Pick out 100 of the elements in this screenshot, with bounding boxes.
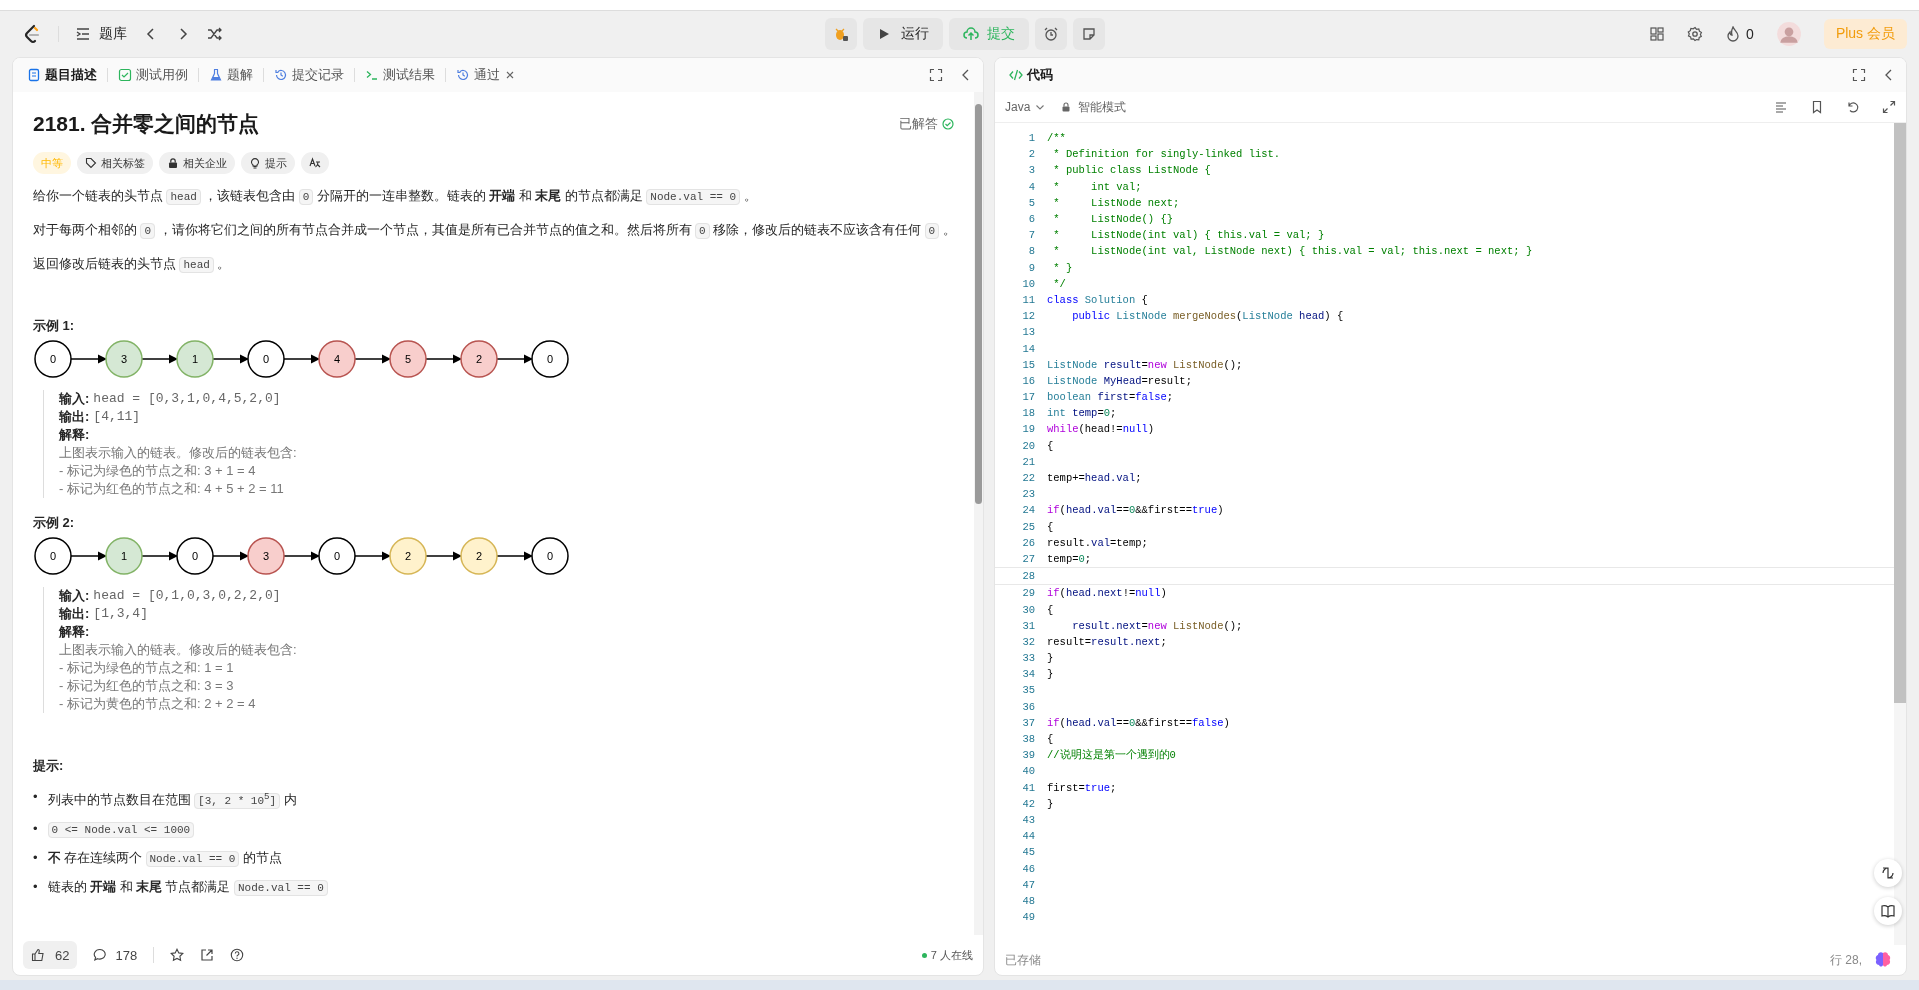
line-number: 10 (1021, 277, 1035, 290)
scrollbar-thumb[interactable] (975, 104, 982, 504)
fullscreen-icon[interactable] (929, 68, 943, 82)
line-number: 28 (1021, 570, 1035, 583)
node-value: 0 (49, 353, 57, 365)
line-number: 8 (1027, 245, 1035, 258)
line-number: 18 (1021, 407, 1035, 420)
share-icon[interactable] (200, 948, 215, 962)
bullet: • (33, 819, 38, 838)
code-line: * ListNode() {} (1052, 213, 1174, 226)
thumbs-up-icon (31, 948, 45, 962)
panel-tab[interactable]: 题解 (205, 62, 257, 88)
code-line: * ListNode next; (1052, 196, 1180, 209)
logo-icon[interactable] (22, 24, 42, 44)
code-tab[interactable]: 代码 (1005, 62, 1057, 88)
scrollbar-thumb[interactable] (1894, 123, 1906, 703)
topic-tag-button[interactable]: 提示 (241, 152, 295, 174)
panel-tab[interactable]: 题目描述 (23, 62, 101, 88)
panel-tab[interactable]: 测试结果 (361, 62, 439, 88)
expand-icon[interactable] (1882, 100, 1896, 114)
topic-tag-button[interactable]: 相关企业 (159, 152, 235, 174)
solved-status: 已解答 (899, 115, 938, 133)
shuffle-icon[interactable] (207, 26, 223, 42)
line-number: 37 (1021, 716, 1035, 729)
line-number: 45 (1021, 846, 1035, 859)
line-number: 1 (1027, 132, 1035, 145)
line-number: 32 (1021, 635, 1035, 648)
node-value: 0 (262, 353, 270, 365)
line-number: 38 (1021, 733, 1035, 746)
field-value: head = [0,3,1,0,4,5,2,0] (93, 390, 281, 408)
code-line: { (1047, 733, 1054, 746)
code-line: { (1047, 439, 1054, 452)
code-line: result.val=temp; (1047, 536, 1148, 549)
book-button[interactable] (1874, 897, 1902, 925)
help-icon[interactable] (230, 948, 245, 962)
panel-tab[interactable]: 测试用例 (114, 62, 192, 88)
line-number: 36 (1021, 700, 1035, 713)
reset-icon[interactable] (1846, 100, 1860, 114)
debug-button[interactable] (824, 18, 857, 50)
explanation-line: - 标记为绿色的节点之和: 3 + 1 = 4 (59, 462, 257, 480)
code-line: /** (1047, 132, 1066, 145)
arrow (425, 354, 462, 364)
line-number: 22 (1021, 472, 1035, 485)
line-number: 20 (1021, 439, 1035, 452)
topic-tag-button[interactable]: 相关标签 (77, 152, 153, 174)
swap-button[interactable] (1874, 859, 1902, 887)
comments-button[interactable]: 178 (93, 947, 138, 963)
panel-tab[interactable]: 提交记录 (270, 62, 348, 88)
bookmark-icon[interactable] (1810, 100, 1824, 114)
arrow (212, 354, 249, 364)
field-label: 输入: (59, 587, 90, 605)
translate-icon (309, 157, 321, 169)
code-line: } (1047, 797, 1054, 810)
streak-count: 0 (1746, 26, 1754, 42)
settings-icon[interactable] (1687, 26, 1704, 42)
line-number: 16 (1021, 374, 1035, 387)
line-number: 31 (1021, 619, 1035, 632)
arrow (141, 354, 178, 364)
line-number: 30 (1021, 603, 1035, 616)
code-line: ListNode result=new ListNode(); (1047, 358, 1243, 371)
fullscreen-icon[interactable] (1852, 68, 1866, 82)
code-line: //说明这是第一个遇到的0 (1047, 748, 1176, 763)
note-button[interactable] (1072, 18, 1105, 50)
history-icon (456, 68, 470, 82)
star-icon[interactable] (170, 948, 185, 962)
cloud-upload-icon (962, 26, 979, 42)
run-button[interactable]: 运行 (862, 18, 943, 50)
code-line: * ListNode(int val) { this.val = val; } (1052, 229, 1325, 242)
bullet: • (33, 877, 38, 896)
mode-label: 智能模式 (1078, 98, 1127, 116)
problem-list-button[interactable]: 题库 (75, 25, 127, 43)
node-value: 3 (120, 353, 128, 365)
code-line: * } (1052, 261, 1073, 274)
line-number: 3 (1027, 164, 1035, 177)
constraints-title: 提示: (33, 757, 65, 775)
alarm-button[interactable] (1034, 18, 1067, 50)
code-line: boolean first=false; (1047, 391, 1174, 404)
line-number: 11 (1021, 293, 1035, 306)
code-line: result=result.next; (1047, 635, 1167, 648)
language-dropdown[interactable]: Java (1005, 100, 1047, 114)
layout-icon[interactable] (1649, 26, 1666, 42)
line-number: 48 (1021, 894, 1035, 907)
panel-tab[interactable]: 通过 (452, 62, 520, 88)
swap-icon (1880, 865, 1896, 881)
translate-button[interactable] (301, 152, 329, 174)
close-icon[interactable] (504, 69, 516, 81)
terminal-icon (365, 68, 379, 82)
cursor-position: 行 28, (1830, 951, 1862, 969)
field-label: 解释: (59, 623, 90, 641)
like-button[interactable]: 62 (23, 941, 78, 969)
code-line: if(head.val==0&&first==false) (1047, 716, 1230, 729)
code-line: } (1047, 652, 1054, 665)
scrollbar[interactable] (1894, 123, 1906, 945)
example-title: 示例 2: (33, 514, 76, 532)
code-line: if(head.next!=null) (1047, 587, 1167, 600)
field-value: head = [0,1,0,3,0,2,2,0] (93, 587, 281, 605)
arrow (70, 354, 107, 364)
list-icon (75, 26, 91, 42)
scrollbar[interactable] (974, 92, 983, 935)
line-number: 6 (1027, 213, 1035, 226)
